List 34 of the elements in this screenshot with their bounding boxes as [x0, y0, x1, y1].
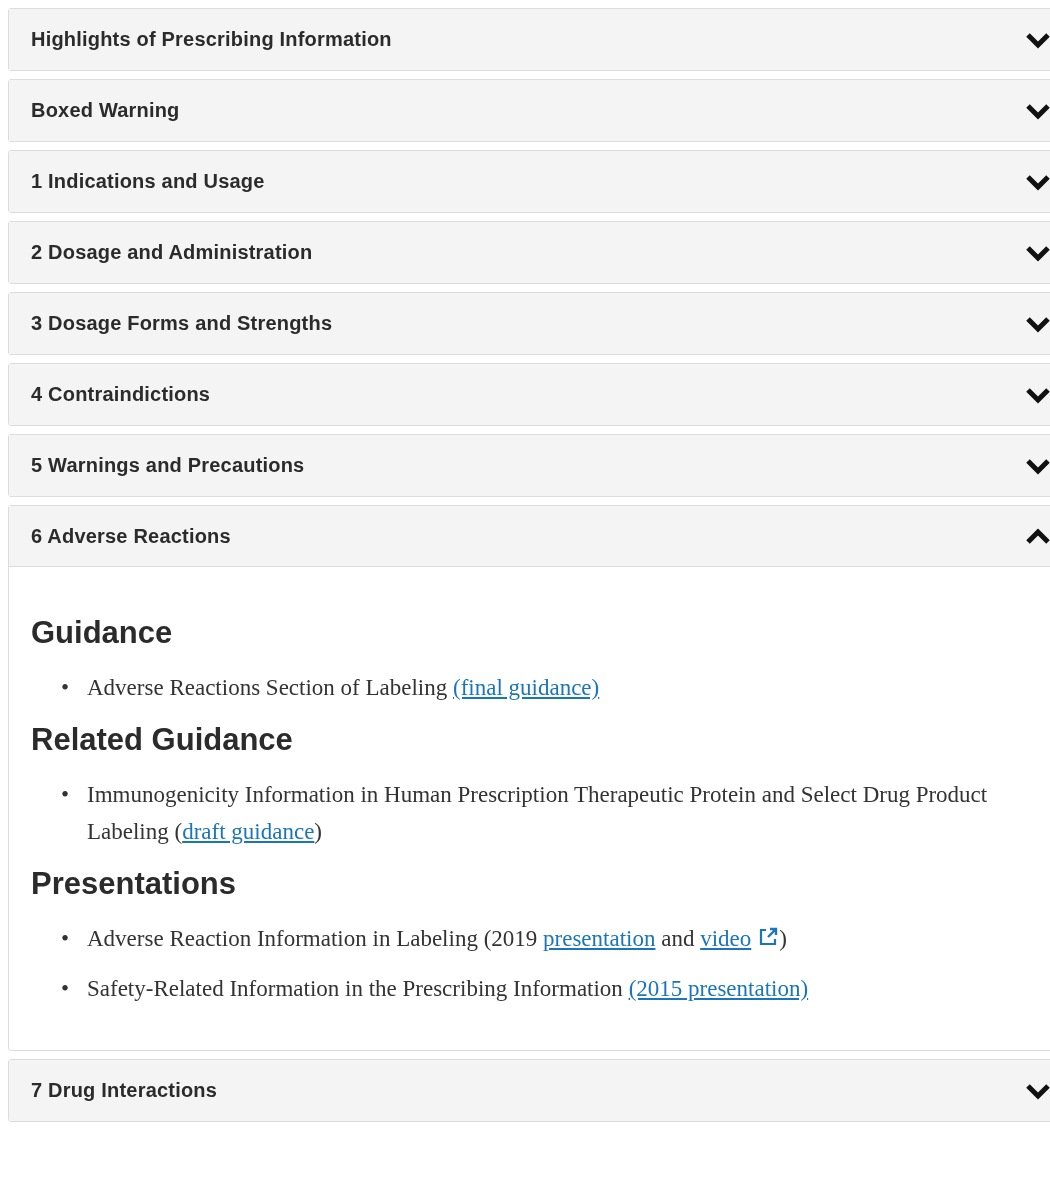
accordion-header[interactable]: 6 Adverse Reactions: [9, 506, 1050, 567]
bullet: •: [61, 975, 71, 1003]
chevron-down-icon: [1025, 172, 1050, 191]
accordion-header[interactable]: 7 Drug Interactions: [9, 1060, 1050, 1121]
chevron-down-icon: [1025, 1081, 1050, 1100]
accordion-header[interactable]: 4 Contraindictions: [9, 364, 1050, 425]
link[interactable]: presentation: [543, 926, 656, 951]
accordion-header[interactable]: 2 Dosage and Administration: [9, 222, 1050, 283]
list-item: Safety-Related Information in the Prescribing Information (2015 presentation): [87, 975, 809, 1003]
chevron-down-icon: [1025, 101, 1050, 120]
section-heading: Related Guidance: [31, 722, 294, 758]
chevron-down-icon: [1025, 314, 1050, 333]
bullet: •: [61, 674, 71, 702]
accordion-header[interactable]: Highlights of Prescribing Information: [9, 9, 1050, 70]
chevron-down-icon: [1025, 385, 1050, 404]
bullet: •: [61, 781, 71, 809]
chevron-down-icon: [1025, 243, 1050, 262]
link[interactable]: (final guidance): [453, 675, 600, 700]
list-item: Adverse Reaction Information in Labeling (2019 presentation and video ): [87, 925, 787, 953]
accordion-header[interactable]: 5 Warnings and Precautions: [9, 435, 1050, 496]
list-item: Adverse Reactions Section of Labeling (final guidance): [87, 674, 600, 702]
accordion-header[interactable]: 1 Indications and Usage: [9, 151, 1050, 212]
section-heading: Guidance: [31, 615, 174, 651]
chevron-up-icon: [1025, 527, 1050, 545]
chevron-down-icon: [1025, 456, 1050, 475]
link[interactable]: video: [700, 926, 752, 951]
list-item: Immunogenicity Information in Human Prescription Therapeutic Protein and Select Drug Product Labeling (draft guidance): [87, 781, 989, 846]
bullet: •: [61, 925, 71, 953]
chevron-down-icon: [1025, 30, 1050, 49]
section-heading: Presentations: [31, 866, 237, 902]
accordion-header[interactable]: Boxed Warning: [9, 80, 1050, 141]
link[interactable]: (2015 presentation): [628, 976, 809, 1001]
link[interactable]: draft guidance: [182, 819, 315, 844]
accordion-header[interactable]: 3 Dosage Forms and Strengths: [9, 293, 1050, 354]
